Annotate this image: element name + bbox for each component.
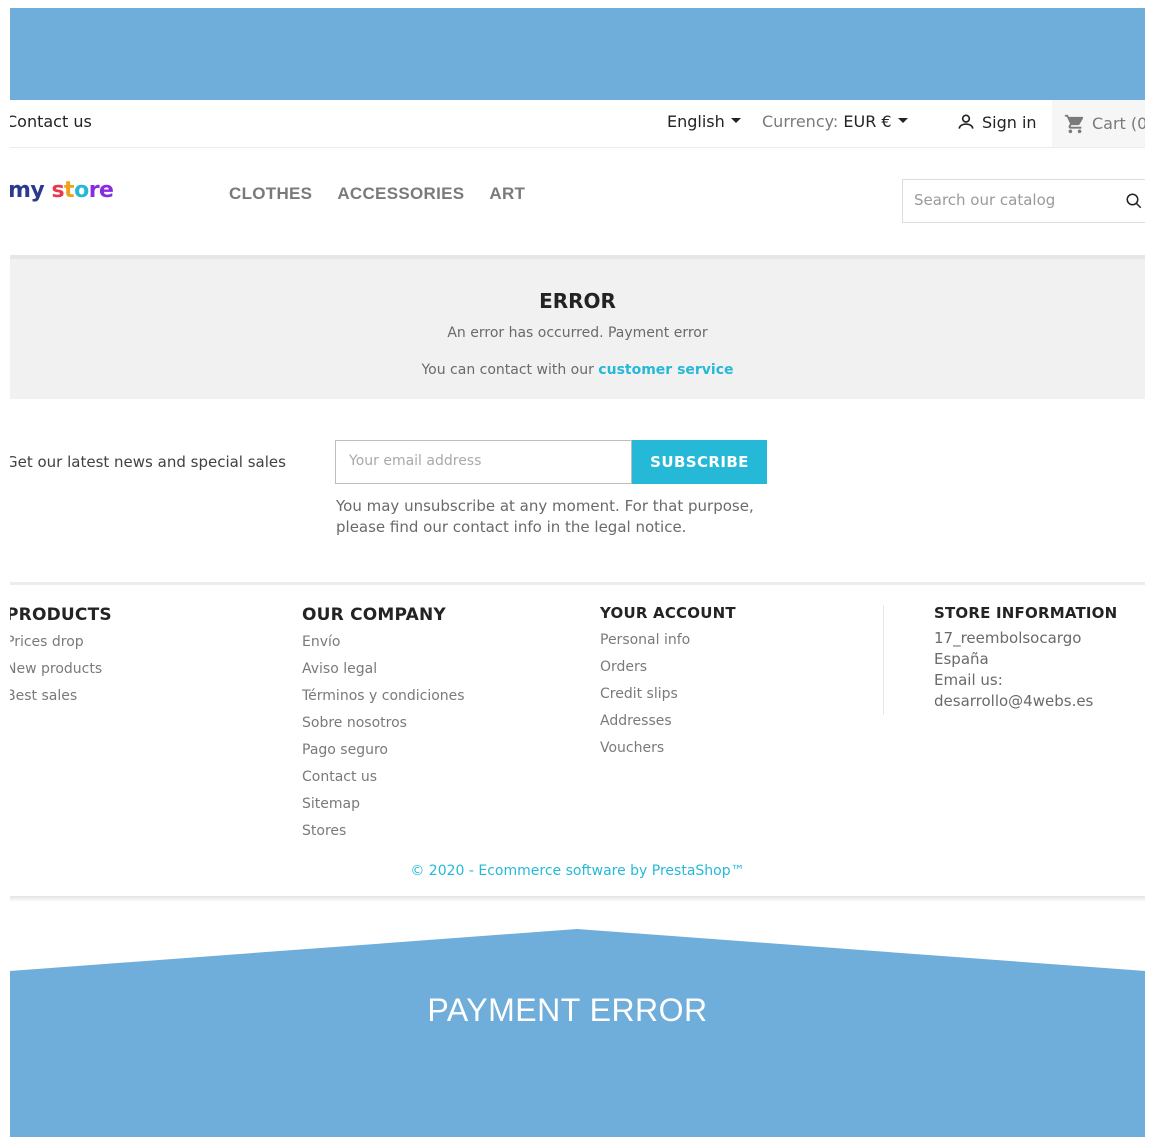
sign-in-link[interactable]: Sign in xyxy=(956,112,1037,132)
error-title: ERROR xyxy=(539,289,616,313)
footer-link-new-products[interactable]: New products xyxy=(10,660,112,687)
logo-text-re: re xyxy=(88,178,114,203)
bottom-banner xyxy=(10,929,1145,1137)
footer-divider xyxy=(10,582,1145,585)
error-message: An error has occurred. Payment error xyxy=(447,325,708,341)
footer-link-envio[interactable]: Envío xyxy=(302,633,465,660)
caret-down-icon xyxy=(897,118,908,123)
footer-link-terminos[interactable]: Términos y condiciones xyxy=(302,687,465,714)
search-box xyxy=(902,179,1145,223)
error-contact-prefix: You can contact with our xyxy=(421,362,599,378)
footer-link-addresses[interactable]: Addresses xyxy=(600,712,736,739)
language-value: English xyxy=(667,112,725,131)
logo-text-t: t xyxy=(64,178,75,203)
footer-account-title: YOUR ACCOUNT xyxy=(600,604,736,622)
footer-link-stores[interactable]: Stores xyxy=(302,822,465,849)
footer-link-prices-drop[interactable]: Prices drop xyxy=(10,633,112,660)
footer-account: YOUR ACCOUNT Personal info Orders Credit… xyxy=(600,604,736,766)
logo-text-my: my xyxy=(10,178,52,203)
search-icon[interactable] xyxy=(1125,192,1143,210)
store-name: 17_reembolsocargo xyxy=(934,629,1082,647)
page-frame: Contact us English Currency: EUR € Sign … xyxy=(10,8,1145,1137)
footer-link-pago-seguro[interactable]: Pago seguro xyxy=(302,741,465,768)
banner-title: PAYMENT ERROR xyxy=(427,992,708,1028)
footer-company: OUR COMPANY Envío Aviso legal Términos y… xyxy=(302,605,465,849)
error-panel: ERROR An error has occurred. Payment err… xyxy=(10,255,1145,399)
footer-link-orders[interactable]: Orders xyxy=(600,658,736,685)
user-icon xyxy=(958,114,974,129)
store-country: España xyxy=(934,650,989,668)
currency-value: EUR € xyxy=(843,112,892,131)
customer-service-link[interactable]: customer service xyxy=(598,362,733,378)
footer-link-credit-slips[interactable]: Credit slips xyxy=(600,685,736,712)
currency-selector[interactable]: Currency: EUR € xyxy=(762,112,908,131)
newsletter-email-box xyxy=(335,440,632,484)
footer-products: PRODUCTS Prices drop New products Best s… xyxy=(10,605,112,714)
search-input[interactable] xyxy=(914,191,1114,209)
language-selector[interactable]: English xyxy=(667,112,741,131)
menu-item-art[interactable]: ART xyxy=(489,184,525,204)
footer-link-aviso-legal[interactable]: Aviso legal xyxy=(302,660,465,687)
contact-us-link[interactable]: Contact us xyxy=(10,112,92,131)
footer-company-title: OUR COMPANY xyxy=(302,605,446,625)
error-contact: You can contact with our customer servic… xyxy=(10,362,1145,378)
newsletter-text: Get our latest news and special sales xyxy=(10,453,286,471)
footer-store-title: STORE INFORMATION xyxy=(934,604,1118,622)
footer-link-contact-us[interactable]: Contact us xyxy=(302,768,465,795)
store-email-label: Email us: xyxy=(934,671,1003,689)
main-menu: CLOTHES ACCESSORIES ART xyxy=(229,184,525,204)
copyright-link[interactable]: © 2020 - Ecommerce software by PrestaSho… xyxy=(10,863,1145,879)
sign-in-label: Sign in xyxy=(982,112,1037,132)
cart-label: Cart (0 xyxy=(1092,114,1145,133)
newsletter-note: You may unsubscribe at any moment. For t… xyxy=(336,497,754,536)
logo-text-o: o xyxy=(74,178,89,203)
footer-store-info: STORE INFORMATION 17_reembolsocargo Espa… xyxy=(934,604,1117,712)
currency-label: Currency: xyxy=(762,112,839,131)
footer-link-best-sales[interactable]: Best sales xyxy=(10,687,112,714)
top-banner xyxy=(10,8,1145,100)
footer-shadow xyxy=(10,896,1145,902)
caret-down-icon xyxy=(730,118,741,123)
cart-button[interactable]: Cart (0 xyxy=(1052,100,1145,147)
footer-link-sitemap[interactable]: Sitemap xyxy=(302,795,465,822)
menu-item-accessories[interactable]: ACCESSORIES xyxy=(337,184,464,204)
store-email[interactable]: desarrollo@4webs.es xyxy=(934,691,1117,712)
footer-products-title: PRODUCTS xyxy=(10,605,112,625)
shopping-cart-icon xyxy=(1064,114,1084,133)
menu-item-clothes[interactable]: CLOTHES xyxy=(229,184,312,204)
logo-text-s: s xyxy=(51,178,65,203)
subscribe-button[interactable]: SUBSCRIBE xyxy=(632,440,767,484)
footer-link-personal-info[interactable]: Personal info xyxy=(600,631,736,658)
header-nav: Contact us English Currency: EUR € Sign … xyxy=(10,100,1145,148)
store-logo[interactable]: my store xyxy=(10,178,114,203)
footer-vertical-divider xyxy=(883,605,884,715)
footer-link-sobre-nosotros[interactable]: Sobre nosotros xyxy=(302,714,465,741)
newsletter-email-input[interactable] xyxy=(349,453,609,469)
footer-link-vouchers[interactable]: Vouchers xyxy=(600,739,736,766)
